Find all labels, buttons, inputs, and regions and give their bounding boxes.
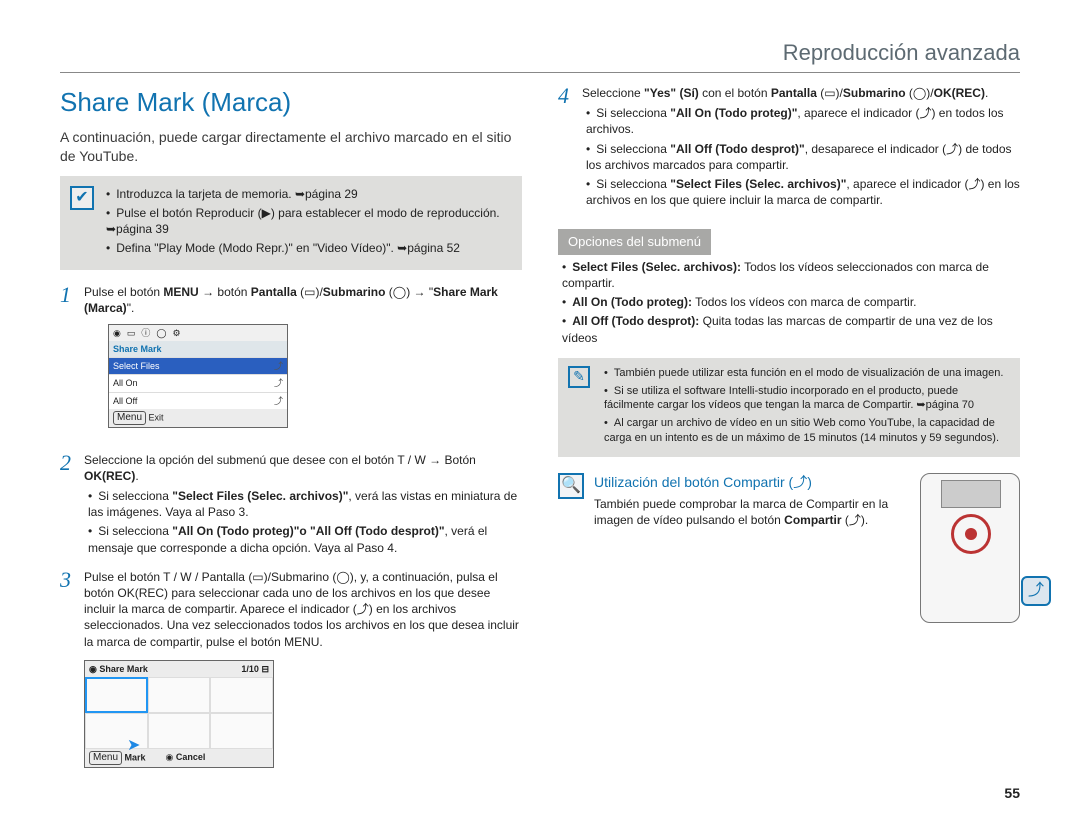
share-title: Utilización del botón Compartir (⤴): [594, 473, 904, 492]
lcd-header: Share Mark: [109, 341, 287, 357]
note-icon: ✎: [568, 366, 590, 388]
step-1: 1 Pulse el botón MENU → botón Pantalla (…: [60, 284, 522, 442]
step-2: 2 Seleccione la opción del submenú que d…: [60, 452, 522, 559]
exit-label: Exit: [149, 412, 164, 422]
share-button-section: 🔍 Utilización del botón Compartir (⤴) Ta…: [558, 473, 1020, 623]
left-column: Share Mark (Marca) A continuación, puede…: [60, 85, 522, 768]
step-number: 4: [558, 85, 582, 107]
step-number: 1: [60, 284, 84, 306]
step-4: 4 Seleccione "Yes" (Sí) con el botón Pan…: [558, 85, 1020, 211]
t: Pantalla: [771, 86, 817, 100]
cancel-label: Cancel: [176, 752, 206, 762]
step-text: Pulse el botón T / W / Pantalla (▭)/Subm…: [84, 569, 522, 650]
precheck-item: Defina "Play Mode (Modo Repr.)" en "Vide…: [106, 240, 508, 256]
t: .: [985, 86, 988, 100]
sub-bullet: Si selecciona "Select Files (Selec. arch…: [586, 176, 1020, 208]
submenu-options: Select Files (Selec. archivos): Todos lo…: [562, 259, 1020, 346]
step-number: 2: [60, 452, 84, 474]
intro-text: A continuación, puede cargar directament…: [60, 128, 522, 166]
t: (▭)/: [297, 285, 323, 299]
t: MENU: [163, 285, 198, 299]
t: Submarino: [843, 86, 906, 100]
cursor-icon: ➤: [127, 735, 140, 757]
t: Pantalla: [251, 285, 297, 299]
menu-icon: Menu: [113, 411, 146, 425]
lcd-row: All On⤴: [109, 374, 287, 391]
right-column: 4 Seleccione "Yes" (Sí) con el botón Pan…: [558, 85, 1020, 768]
sub-bullet: Si selecciona "All On (Todo proteg)", ap…: [586, 105, 1020, 137]
submenu-item: Select Files (Selec. archivos): Todos lo…: [562, 259, 1020, 291]
t: (▭)/: [817, 86, 843, 100]
manual-page: Reproducción avanzada Share Mark (Marca)…: [0, 0, 1080, 825]
menu-icon: Menu: [89, 751, 122, 765]
precheck-box: ✔ Introduzca la tarjeta de memoria. ➥pág…: [60, 176, 522, 270]
lcd-menu-illustration: ◉▭ⓘ◯⚙ Share Mark Select Files⤴ All On⤴ A…: [108, 324, 288, 428]
t: (◯)/: [906, 86, 934, 100]
lcd-row-selected: Select Files⤴: [109, 357, 287, 374]
tips-box: ✎ También puede utilizar esta función en…: [558, 358, 1020, 457]
t: Seleccione: [582, 86, 644, 100]
submenu-heading: Opciones del submenú: [558, 229, 711, 255]
share-button-icon: ⤴: [1021, 576, 1051, 606]
magnifier-icon: 🔍: [558, 473, 584, 499]
t: con el botón: [699, 86, 771, 100]
lcd-thumbnail-illustration: ◉ Share Mark1/10 ⊟ ➤ Menu Mark◉ Cancel: [84, 660, 274, 768]
submenu-item: All On (Todo proteg): Todos los vídeos c…: [562, 294, 1020, 310]
device-illustration: ⤴: [920, 473, 1020, 623]
t: OK(REC): [84, 469, 135, 483]
t: Seleccione la opción del submenú que des…: [84, 453, 476, 467]
step-number: 3: [60, 569, 84, 591]
sub-bullet: Si selecciona "All On (Todo proteg)"o "A…: [88, 523, 522, 555]
step-3: 3 Pulse el botón T / W / Pantalla (▭)/Su…: [60, 569, 522, 650]
t: (◯) → ": [385, 285, 433, 299]
lcd-row: All Off⤴: [109, 392, 287, 409]
sub-bullet: Si selecciona "Select Files (Selec. arch…: [88, 488, 522, 520]
page-number: 55: [1004, 785, 1020, 801]
section-header: Reproducción avanzada: [60, 40, 1020, 73]
page-title: Share Mark (Marca): [60, 85, 522, 120]
t: Submarino: [323, 285, 386, 299]
submenu-item: All Off (Todo desprot): Quita todas las …: [562, 313, 1020, 345]
t: ".: [127, 301, 135, 315]
tip-item: Al cargar un archivo de vídeo en un siti…: [604, 416, 1008, 446]
tip-item: También puede utilizar esta función en e…: [604, 366, 1008, 381]
t: → botón: [199, 285, 251, 299]
sub-bullet: Si selecciona "All Off (Todo desprot)", …: [586, 141, 1020, 173]
check-icon: ✔: [70, 186, 94, 210]
precheck-item: Pulse el botón Reproducir (▶) para estab…: [106, 205, 508, 237]
precheck-item: Introduzca la tarjeta de memoria. ➥págin…: [106, 186, 508, 202]
share-text: También puede comprobar la marca de Comp…: [594, 496, 904, 528]
t: OK(REC): [934, 86, 985, 100]
tip-item: Si se utiliza el software Intelli-studio…: [604, 384, 1008, 414]
t: Pulse el botón: [84, 285, 163, 299]
t: "Yes" (Sí): [644, 86, 699, 100]
t: .: [135, 469, 138, 483]
